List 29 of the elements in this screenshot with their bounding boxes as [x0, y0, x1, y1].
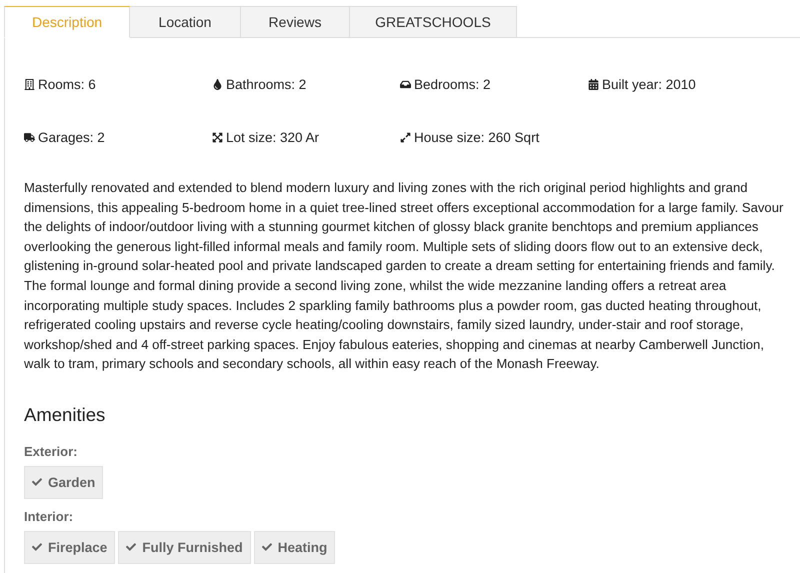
feature-label: Rooms: 6 [38, 76, 96, 92]
diagonal-arrow-icon [400, 132, 411, 142]
droplet-icon [212, 78, 223, 90]
amenity-tag: Fireplace [24, 530, 116, 564]
feature-label: House size: 260 Sqrt [414, 130, 540, 144]
feature-label: Built year: 2010 [602, 76, 696, 92]
section-heading: Amenities [24, 404, 106, 426]
truck-icon [24, 132, 35, 142]
amenity-tag: Garden [24, 466, 104, 499]
group-label: Exterior: [24, 444, 78, 459]
check-icon [262, 542, 272, 552]
arrows-icon [212, 132, 223, 142]
amenity-tag: Fully Furnished [118, 530, 251, 564]
check-icon [32, 477, 42, 488]
tab[interactable]: Reviews [241, 6, 350, 38]
description-text: Masterfully renovated and extended to blend modern luxury and living zones with the rich original period highlights and grand dimensions, this appealing 5-bedroom home in a quiet tree-lined street offers exceptional accommodation for a large family. Savour the delights of indoor/outdoor living with a stunning gourmet kitchen of glossy black granite benchtops and premium appliances overlooking the generous light-filled informal meals and family room. Multiple sets of sliding doors flow out to an extensive deck, glistening in-ground solar-heated pool and private landscaped garden to create a dream setting for entertaining friends and family. The formal lounge and formal dining provide a second living zone, whilst the wide mezzanine landing offers a retreat area incorporating multiple study spaces. Includes 2 sparkling family bathrooms plus a powder room, gas ducted heating throughout, refrigerated cooling upstairs and reverse cycle heating/cooling downstairs, family sized laundry, under-stair and roof storage, workshop/shed and 4 off-street parking spaces. Enjoy fabulous eateries, shopping and cinemas at nearby Camberwell Junction, walk to tram, primary schools and secondary schools, all within easy reach of the Monash Freeway. [24, 179, 784, 374]
tray-icon [400, 78, 411, 90]
check-icon [32, 542, 42, 552]
feature-label: Lot size: 320 Ar [226, 130, 320, 144]
building-icon [24, 78, 35, 90]
group-label: Interior: [24, 508, 74, 524]
feature-label: Bathrooms: 2 [226, 76, 306, 92]
tab[interactable]: GREATSCHOOLS [350, 6, 517, 38]
calendar-icon [588, 78, 599, 90]
tab[interactable]: Location [130, 6, 241, 38]
amenity-tag: Heating [254, 530, 336, 564]
feature-label: Bedrooms: 2 [414, 76, 491, 92]
check-icon [126, 542, 136, 552]
feature-label: Garages: 2 [38, 130, 105, 144]
